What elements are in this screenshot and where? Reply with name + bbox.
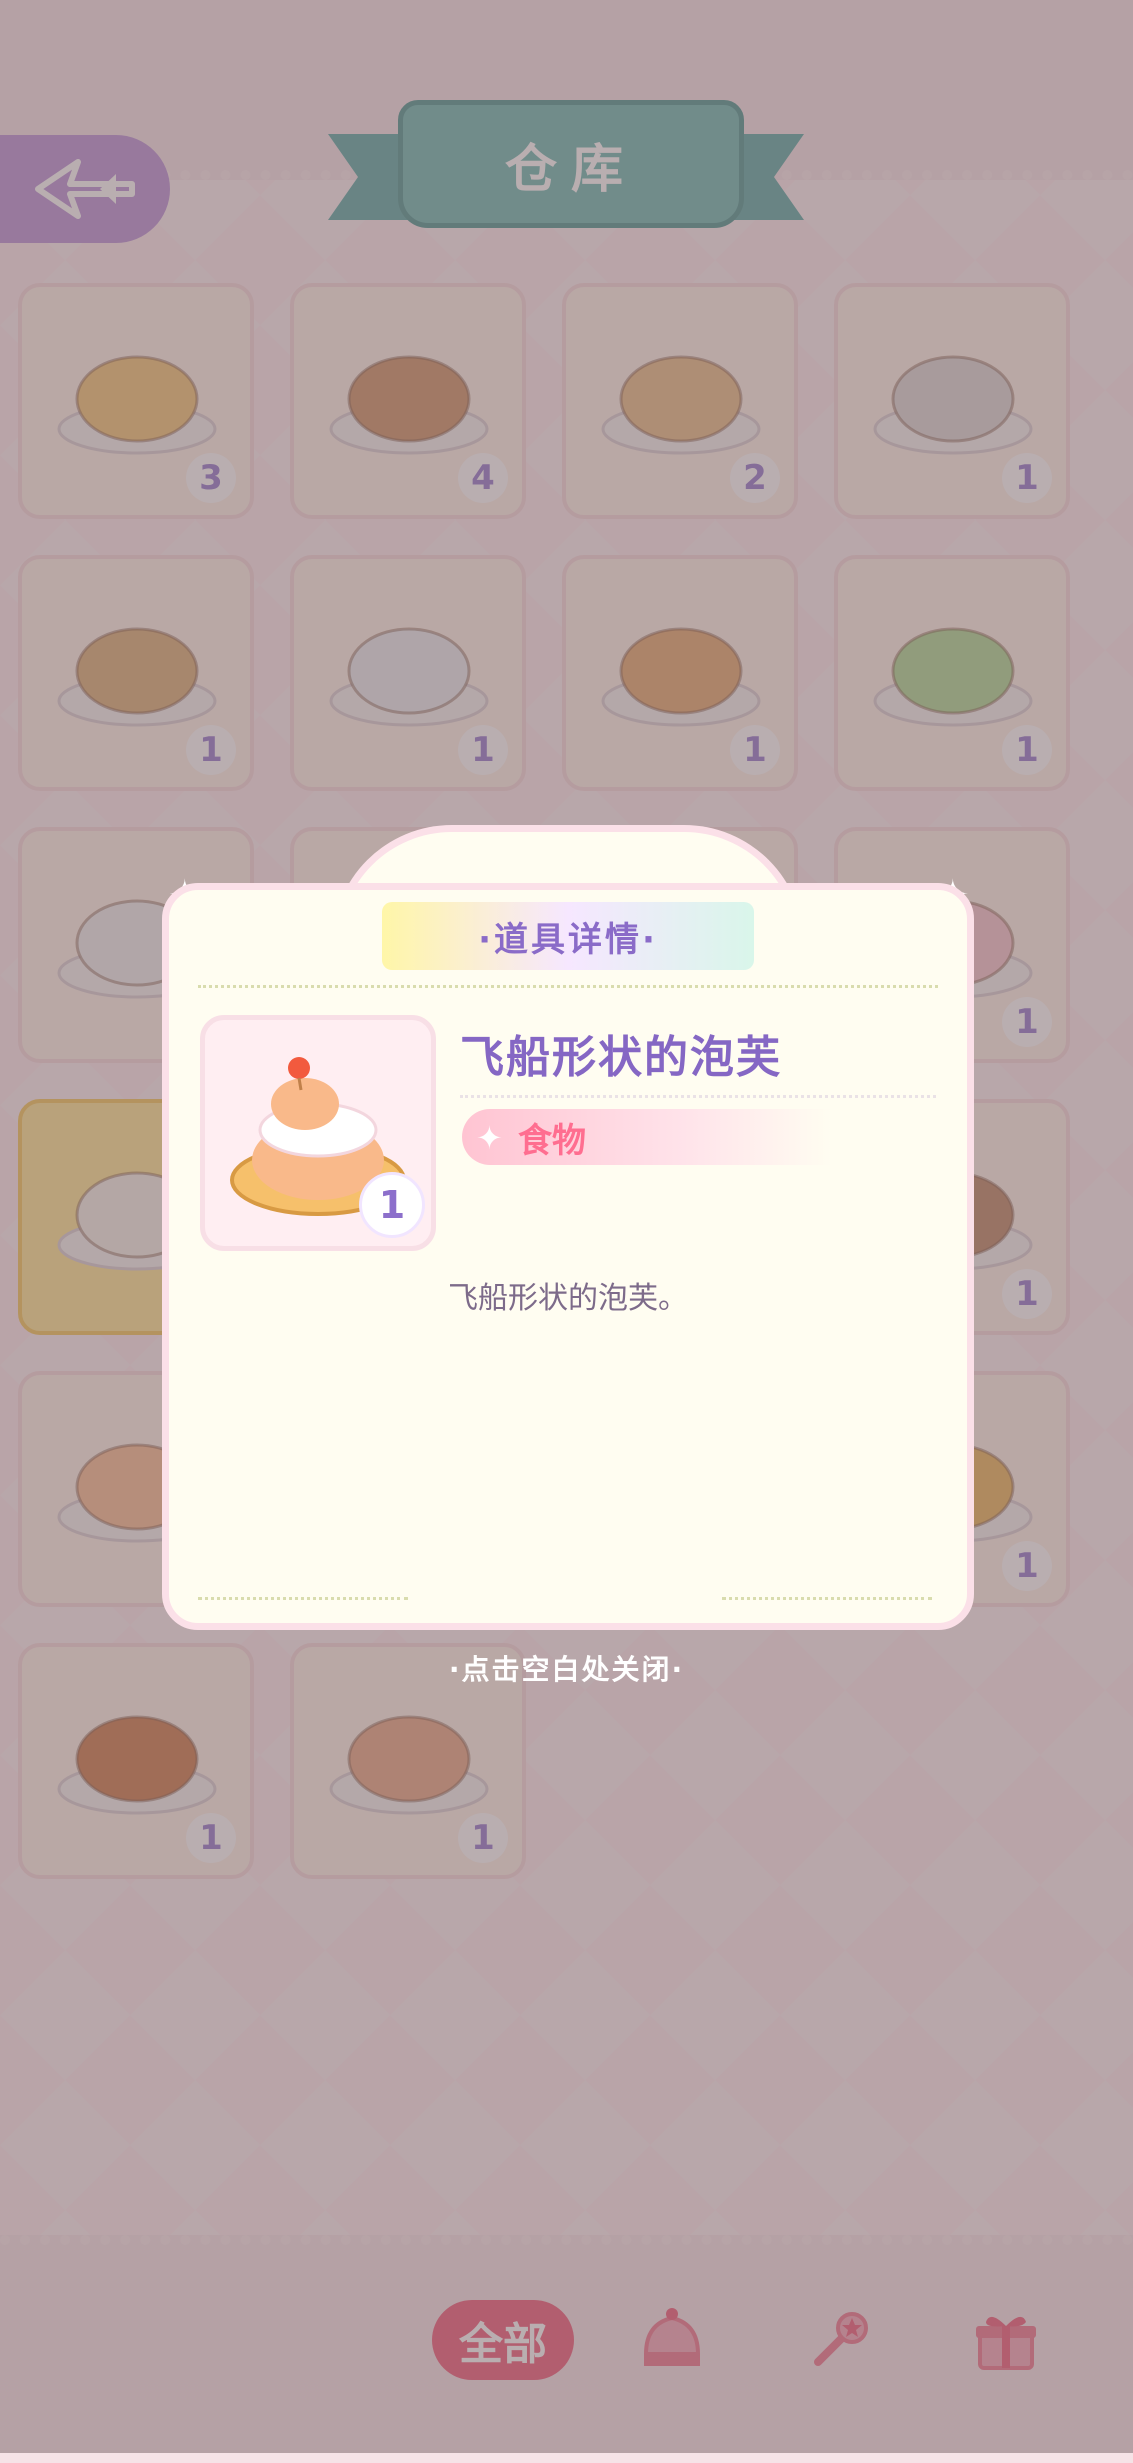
modal-heading: ·道具详情· (382, 902, 754, 970)
item-image-frame: 1 (200, 1015, 436, 1251)
divider (198, 1597, 408, 1600)
divider (722, 1597, 932, 1600)
category-tag: ✦ 食物 (462, 1109, 832, 1165)
item-detail-modal: ·道具详情· 1 飞船形状的泡芙 ✦ 食物 飞船形状的泡芙。 (162, 825, 974, 1630)
item-name: 飞船形状的泡芙 (460, 1032, 782, 1083)
item-qty-badge: 1 (359, 1172, 425, 1238)
close-hint: ·点击空白处关闭· (448, 1653, 685, 1686)
category-label: 食物 (518, 1120, 586, 1161)
item-description: 飞船形状的泡芙。 (448, 1281, 688, 1316)
divider (198, 985, 938, 988)
sparkle-icon: ✦ (476, 1119, 503, 1157)
modal-card (162, 883, 974, 1630)
divider (460, 1095, 936, 1098)
